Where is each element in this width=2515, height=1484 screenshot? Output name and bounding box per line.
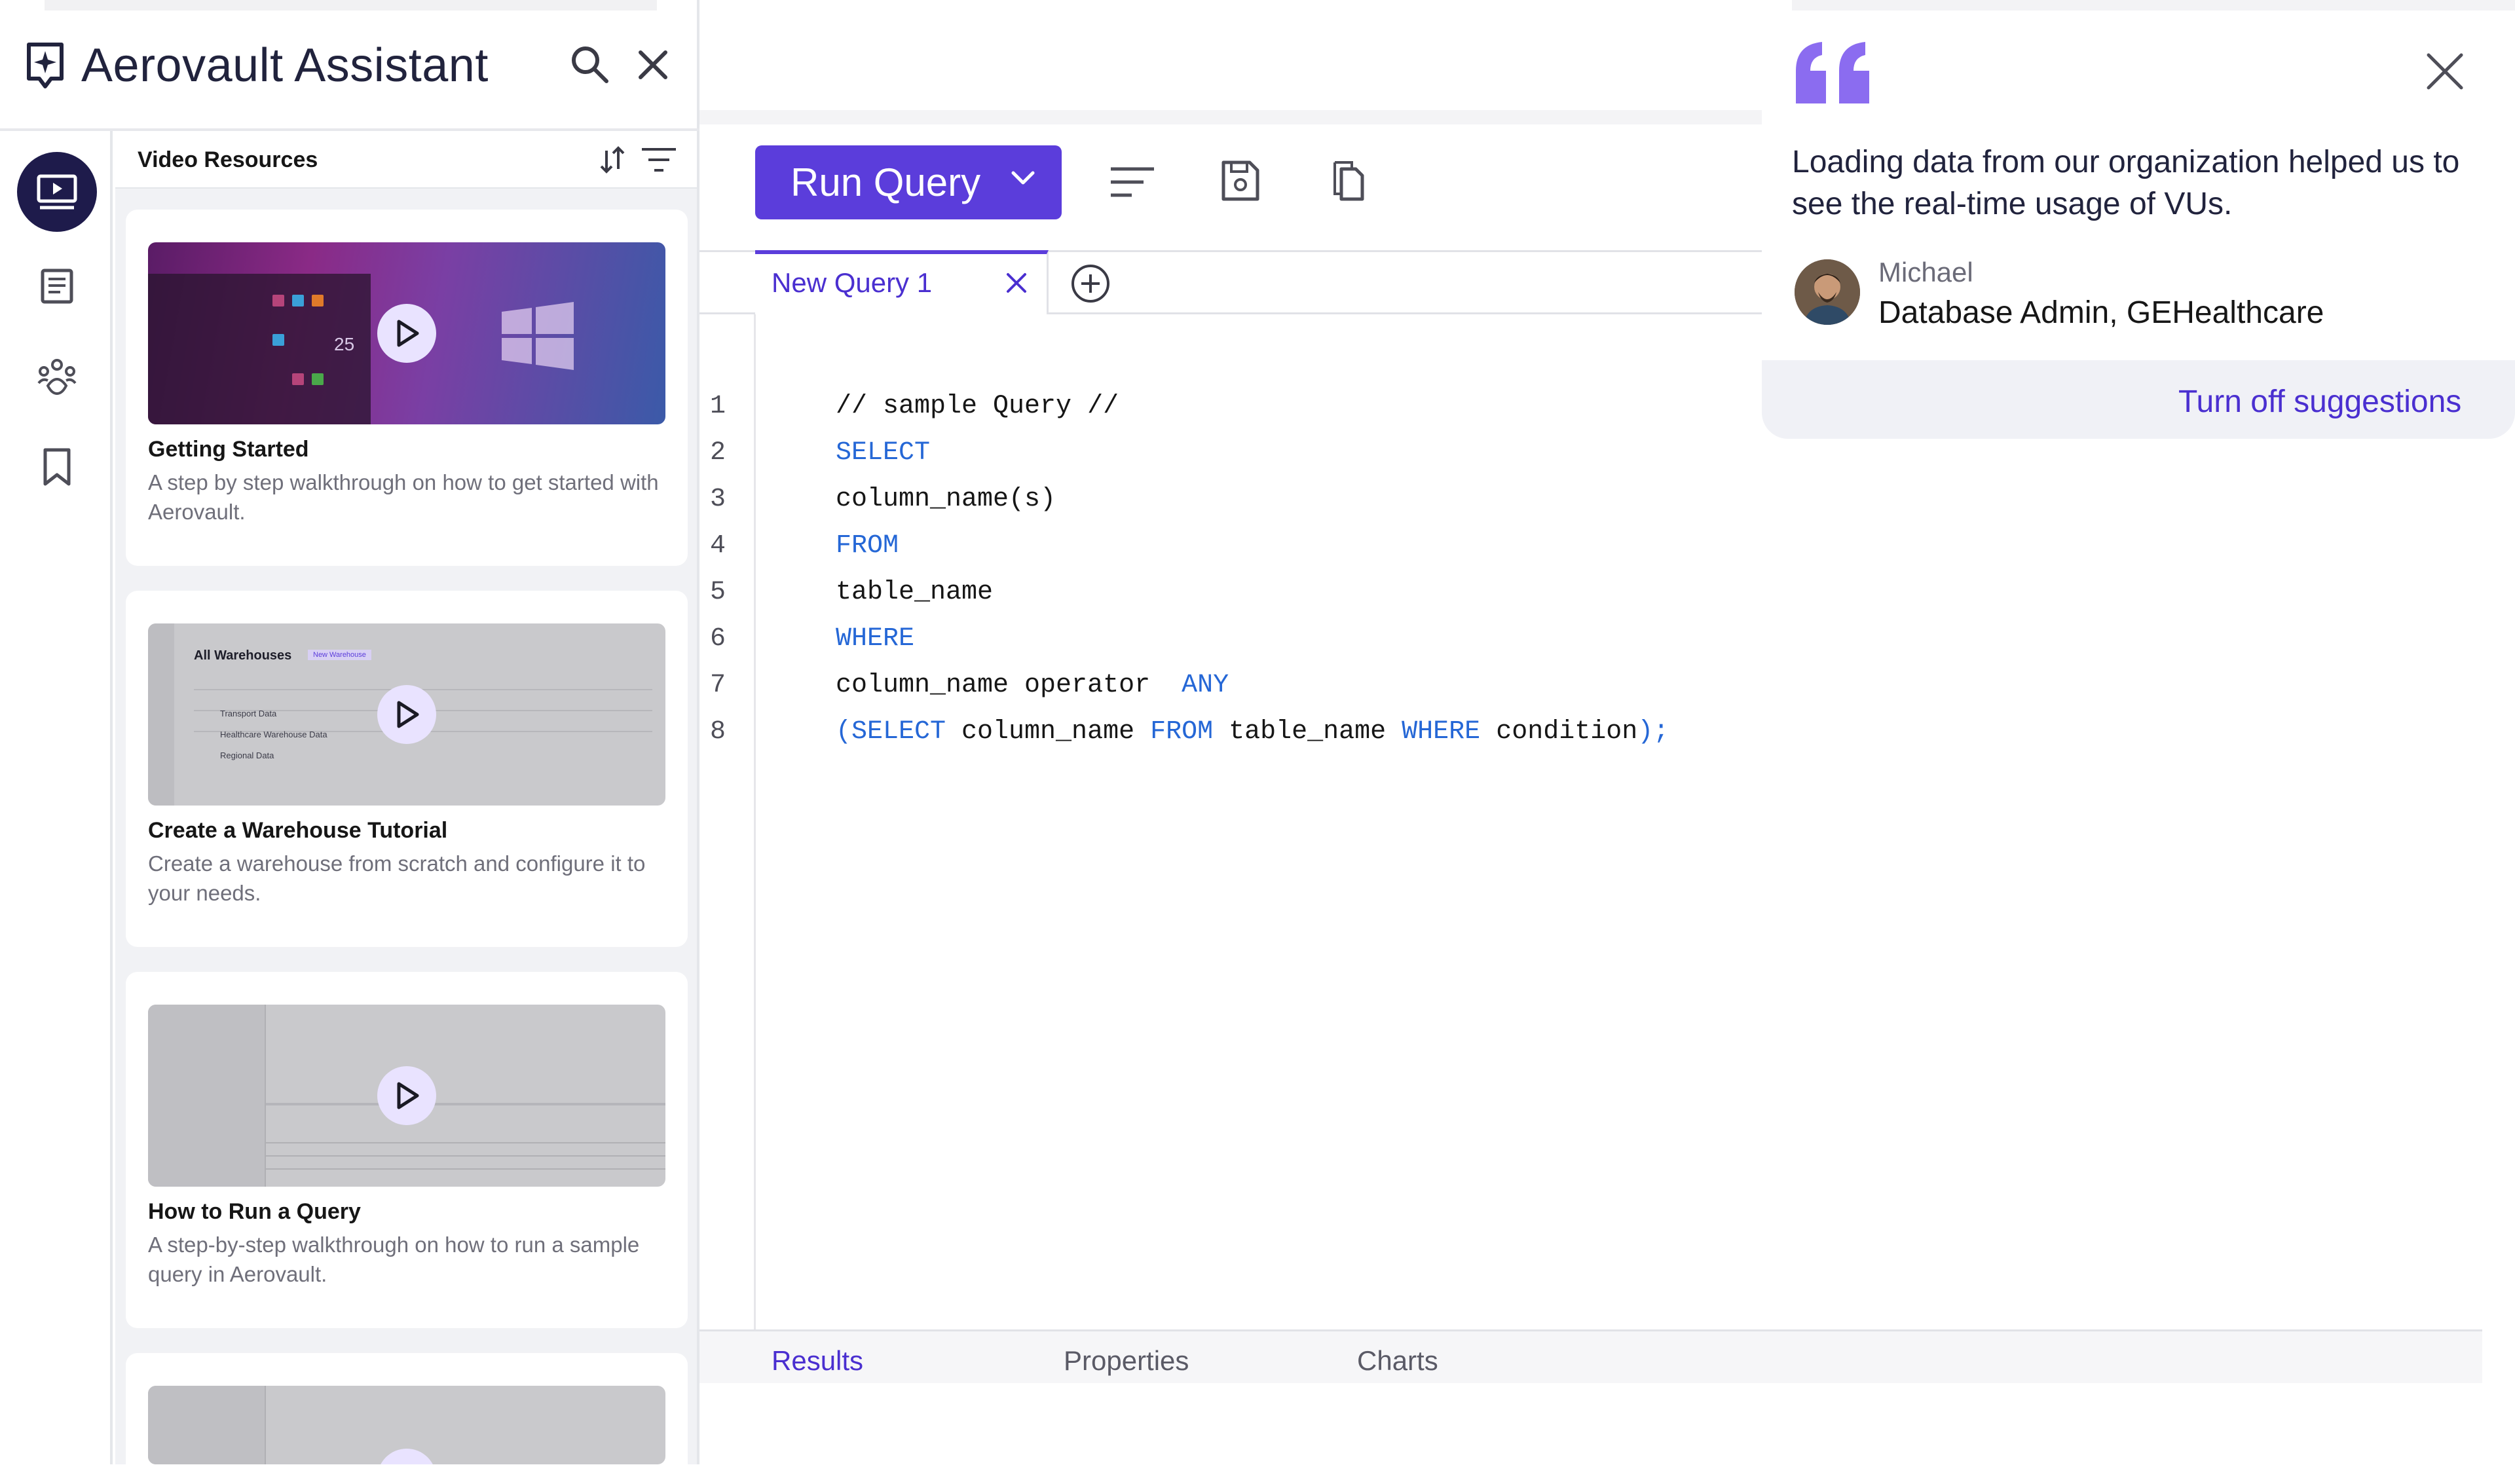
section-title: Video Resources	[138, 147, 318, 172]
video-card-run-query[interactable]: How to Run a Query A step-by-step walkth…	[126, 972, 688, 1328]
thumb-new-button: New Warehouse	[308, 650, 371, 660]
results-tabs-bar	[699, 1329, 2482, 1383]
line-number: 5	[710, 578, 726, 607]
code-line[interactable]: SELECT	[836, 438, 930, 468]
sort-icon[interactable]	[597, 144, 627, 176]
avatar	[1795, 259, 1860, 325]
code-text: condition	[1496, 717, 1638, 747]
code-line[interactable]: WHERE	[836, 624, 914, 654]
card-title[interactable]: Getting Started	[148, 434, 309, 465]
code-keyword: (SELECT	[836, 717, 962, 747]
save-icon[interactable]	[1221, 160, 1260, 202]
tab-label[interactable]: New Query 1	[772, 265, 932, 301]
turn-off-suggestions-link[interactable]: Turn off suggestions	[2178, 382, 2461, 422]
community-icon[interactable]	[17, 337, 97, 417]
documents-icon[interactable]	[17, 246, 97, 326]
bookmark-icon[interactable]	[17, 427, 97, 507]
video-card-create-warehouse[interactable]: All Warehouses New Warehouse Transport D…	[126, 591, 688, 947]
thumb-row: Healthcare Warehouse Data	[220, 730, 327, 739]
play-icon[interactable]	[377, 304, 436, 363]
person-name: Michael	[1878, 257, 1973, 288]
code-line[interactable]: column_name operator ANY	[836, 671, 1229, 700]
close-icon[interactable]	[637, 48, 669, 81]
line-number: 2	[710, 438, 726, 468]
chevron-down-icon[interactable]	[1011, 170, 1035, 186]
close-tab-icon[interactable]	[1005, 271, 1028, 295]
code-text: // sample Query //	[836, 392, 1119, 421]
search-icon[interactable]	[568, 43, 610, 85]
add-tab-icon[interactable]	[1070, 263, 1111, 304]
code-text: table_name	[1229, 717, 1402, 747]
code-keyword: );	[1637, 717, 1669, 747]
thumb-row: Regional Data	[220, 751, 274, 760]
video-thumbnail[interactable]: 25	[148, 242, 665, 424]
code-keyword: FROM	[1150, 717, 1229, 747]
line-number: 8	[710, 717, 726, 747]
copy-icon[interactable]	[1332, 160, 1365, 202]
line-number: 3	[710, 485, 726, 514]
person-role: Database Admin, GEHealthcare	[1878, 295, 2324, 330]
video-card-partial[interactable]	[126, 1353, 688, 1484]
code-text: column_name	[961, 717, 1151, 747]
video-thumbnail[interactable]	[148, 1386, 665, 1464]
video-resources-icon[interactable]	[17, 152, 97, 232]
line-number: 1	[710, 392, 726, 421]
code-line[interactable]: FROM	[836, 531, 899, 561]
card-title[interactable]: How to Run a Query	[148, 1196, 361, 1227]
code-text: column_name operator	[836, 671, 1182, 700]
play-icon[interactable]	[377, 1066, 436, 1125]
quote-icon	[1792, 38, 1877, 106]
code-text: column_name(s)	[836, 485, 1056, 514]
thumb-heading: All Warehouses	[194, 648, 292, 663]
line-number: 7	[710, 671, 726, 700]
play-icon[interactable]	[377, 685, 436, 744]
code-line[interactable]: column_name(s)	[836, 485, 1056, 514]
code-line[interactable]: table_name	[836, 578, 993, 607]
windows-logo	[502, 300, 574, 372]
video-thumbnail[interactable]: All Warehouses New Warehouse Transport D…	[148, 623, 665, 806]
panel-top-edge	[45, 0, 657, 10]
testimonial-quote: Loading data from our organization helpe…	[1792, 145, 2460, 221]
card-title[interactable]: Create a Warehouse Tutorial	[148, 815, 447, 846]
thumb-row: Transport Data	[220, 709, 277, 718]
tab-properties[interactable]: Properties	[1064, 1344, 1189, 1378]
icon-rail	[0, 131, 113, 1464]
code-keyword: SELECT	[836, 438, 931, 468]
close-icon[interactable]	[2425, 51, 2465, 92]
editor-top-edge	[699, 110, 1774, 124]
format-icon[interactable]	[1109, 165, 1155, 199]
video-thumbnail[interactable]	[148, 1005, 665, 1187]
card-description: Create a warehouse from scratch and conf…	[148, 851, 646, 905]
card-description: A step-by-step walkthrough on how to run…	[148, 1233, 640, 1286]
code-text: table_name	[836, 578, 994, 607]
code-keyword: FROM	[836, 531, 899, 561]
run-query-label: Run Query	[791, 160, 981, 204]
code-keyword: WHERE	[836, 624, 915, 654]
code-line[interactable]: (SELECT column_name FROM table_name WHER…	[836, 717, 1669, 747]
tab-charts[interactable]: Charts	[1357, 1344, 1438, 1378]
line-number: 6	[710, 624, 726, 654]
filter-icon[interactable]	[641, 145, 677, 174]
assistant-logo-icon	[25, 42, 65, 90]
code-keyword: WHERE	[1402, 717, 1497, 747]
suggestion-top-edge	[1792, 0, 2515, 10]
tab-results[interactable]: Results	[772, 1344, 863, 1378]
video-card-getting-started[interactable]: 25 Getting Started A step by step walkth…	[126, 210, 688, 566]
run-query-button[interactable]: Run Query	[755, 145, 1062, 219]
assistant-title: Aerovault Assistant	[81, 39, 489, 92]
code-keyword: ANY	[1182, 671, 1229, 700]
card-description: A step by step walkthrough on how to get…	[148, 470, 659, 524]
code-line[interactable]: // sample Query //	[836, 392, 1119, 421]
line-number: 4	[710, 531, 726, 561]
